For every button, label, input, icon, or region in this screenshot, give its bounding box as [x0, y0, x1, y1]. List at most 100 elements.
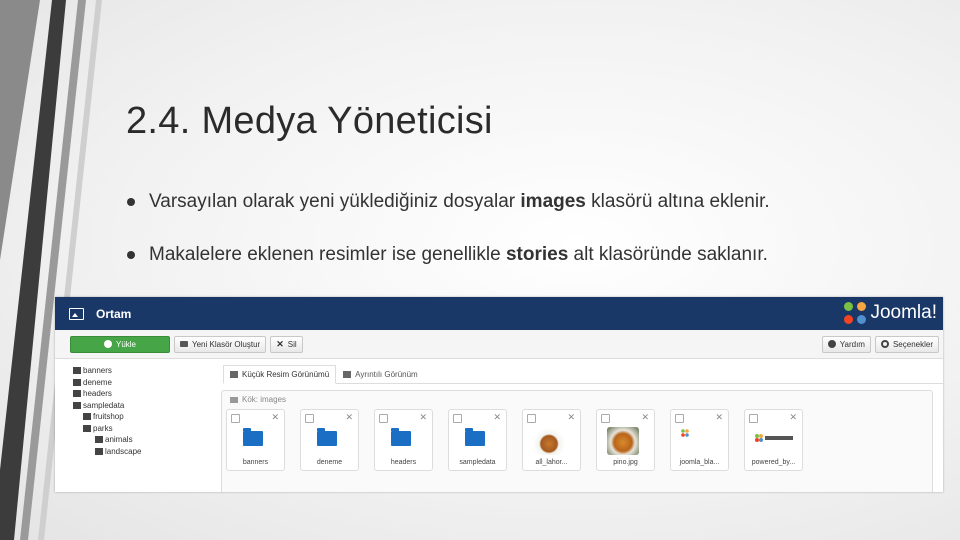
select-checkbox[interactable] — [749, 414, 758, 423]
tree-item-label: animals — [105, 435, 133, 445]
tree-item[interactable]: headers — [73, 388, 213, 400]
toolbar: Yükle Yeni Klasör Oluştur ✕ Sil Yardım S… — [55, 330, 943, 359]
tree-item[interactable]: animals — [73, 434, 213, 446]
folder-icon — [95, 447, 103, 455]
delete-icon[interactable]: ✕ — [419, 412, 427, 423]
toolbar-right: Yardım Seçenekler — [818, 335, 939, 353]
bullet-item: Makalelere eklenen resimler ise genellik… — [125, 243, 925, 267]
food-photo-thumbnail — [533, 427, 565, 455]
joomla-logo-icon — [681, 429, 689, 437]
folder-icon — [73, 401, 81, 409]
view-tabs: Küçük Resim Görünümü Ayrıntılı Görünüm — [223, 365, 943, 384]
breadcrumb: Kök: images — [230, 395, 932, 404]
header-bar: Ortam Joomla! — [55, 297, 943, 330]
tree-item-label: parks — [93, 423, 113, 433]
list-icon — [343, 370, 352, 378]
tab-thumbnail-view[interactable]: Küçük Resim Görünümü — [223, 365, 337, 384]
content-area: banners deneme headers sampledata fruits… — [55, 359, 943, 492]
thumbnail-label: headers — [390, 459, 417, 466]
upload-label: Yükle — [115, 339, 136, 349]
delete-button[interactable]: ✕ Sil — [270, 335, 303, 353]
folder-icon — [83, 424, 91, 432]
powered-by-joomla-icon — [755, 434, 793, 442]
select-checkbox[interactable] — [601, 414, 610, 423]
thumbnail-item[interactable]: ✕ banners — [226, 409, 285, 471]
thumbnail-grid: ✕ banners ✕ deneme ✕ headers ✕ sampledat… — [226, 409, 932, 471]
tree-item-label: landscape — [105, 446, 142, 456]
thumbnail-item[interactable]: ✕ joomla_bla... — [670, 409, 729, 471]
tree-item[interactable]: fruitshop — [73, 411, 213, 423]
folder-icon — [95, 436, 103, 444]
select-checkbox[interactable] — [453, 414, 462, 423]
thumbnail-label: joomla_bla... — [679, 459, 720, 466]
thumbnail-item[interactable]: ✕ pino.jpg — [596, 409, 655, 471]
folder-icon — [317, 428, 337, 446]
delete-icon[interactable]: ✕ — [715, 412, 723, 423]
upload-button[interactable]: Yükle — [70, 335, 170, 353]
options-button[interactable]: Seçenekler — [874, 335, 939, 353]
thumbnail-panel: Kök: images ✕ banners ✕ deneme ✕ headers… — [221, 390, 933, 492]
window-title: Ortam — [96, 306, 132, 321]
media-manager-screenshot: Ortam Joomla! Yükle Yeni Klasör Oluştur … — [55, 297, 943, 492]
joomla-logo: Joomla! — [844, 302, 937, 324]
delete-icon[interactable]: ✕ — [493, 412, 501, 423]
thumbnail-label: sampledata — [459, 459, 496, 466]
tree-item-label: sampledata — [83, 400, 125, 410]
tree-item[interactable]: deneme — [73, 377, 213, 389]
folder-icon — [243, 428, 263, 446]
folder-icon — [465, 428, 485, 446]
delete-icon[interactable]: ✕ — [567, 412, 575, 423]
tree-item[interactable]: banners — [73, 365, 213, 377]
thumbnail-item[interactable]: ✕ sampledata — [448, 409, 507, 471]
thumbnail-item[interactable]: ✕ deneme — [300, 409, 359, 471]
tree-item[interactable]: parks — [73, 423, 213, 435]
delete-icon[interactable]: ✕ — [271, 412, 279, 423]
select-checkbox[interactable] — [527, 414, 536, 423]
tab-detail-view[interactable]: Ayrıntılı Görünüm — [336, 365, 425, 383]
bullet-text: Makalelere eklenen resimler ise genellik… — [149, 244, 768, 265]
folder-icon — [83, 413, 91, 421]
tree-item-label: deneme — [83, 377, 112, 387]
thumbnail-label: powered_by... — [751, 459, 796, 466]
tab-label: Küçük Resim Görünümü — [242, 370, 330, 379]
delete-icon[interactable]: ✕ — [641, 412, 649, 423]
thumbnail-item[interactable]: ✕ headers — [374, 409, 433, 471]
question-icon — [827, 340, 836, 348]
thumbnail-label: deneme — [316, 459, 343, 466]
bullet-text: Varsayılan olarak yeni yüklediğiniz dosy… — [149, 191, 770, 212]
folder-tree: banners deneme headers sampledata fruits… — [55, 359, 213, 492]
folder-icon — [180, 341, 188, 347]
thumbnail-label: pino.jpg — [613, 459, 638, 466]
breadcrumb-text: Kök: images — [242, 395, 287, 404]
folder-icon — [73, 390, 81, 398]
tree-item-label: banners — [83, 366, 112, 376]
bullet-list: Varsayılan olarak yeni yüklediğiniz dosy… — [125, 190, 925, 296]
delete-icon[interactable]: ✕ — [345, 412, 353, 423]
new-folder-button[interactable]: Yeni Klasör Oluştur — [174, 335, 267, 353]
folder-icon — [391, 428, 411, 446]
thumbnail-item[interactable]: ✕ powered_by... — [744, 409, 803, 471]
options-label: Seçenekler — [892, 339, 933, 349]
select-checkbox[interactable] — [675, 414, 684, 423]
folder-icon — [73, 367, 81, 375]
help-button[interactable]: Yardım — [821, 335, 871, 353]
bullet-item: Varsayılan olarak yeni yüklediğiniz dosy… — [125, 190, 925, 214]
food-photo-thumbnail — [607, 427, 639, 455]
delete-icon[interactable]: ✕ — [789, 412, 797, 423]
select-checkbox[interactable] — [305, 414, 314, 423]
plus-icon — [103, 340, 112, 348]
folder-icon — [230, 396, 238, 403]
select-checkbox[interactable] — [379, 414, 388, 423]
thumbnail-item[interactable]: ✕ all_lahor... — [522, 409, 581, 471]
delete-label: Sil — [287, 339, 297, 349]
select-checkbox[interactable] — [231, 414, 240, 423]
help-label: Yardım — [839, 339, 865, 349]
tree-item[interactable]: landscape — [73, 446, 213, 458]
tree-item-label: headers — [83, 389, 112, 399]
slide-title: 2.4. Medya Yöneticisi — [126, 100, 493, 142]
new-folder-label: Yeni Klasör Oluştur — [192, 339, 261, 349]
close-icon: ✕ — [276, 339, 284, 349]
grid-icon — [230, 371, 238, 378]
tree-item[interactable]: sampledata — [73, 400, 213, 412]
tree-item-label: fruitshop — [93, 412, 124, 422]
